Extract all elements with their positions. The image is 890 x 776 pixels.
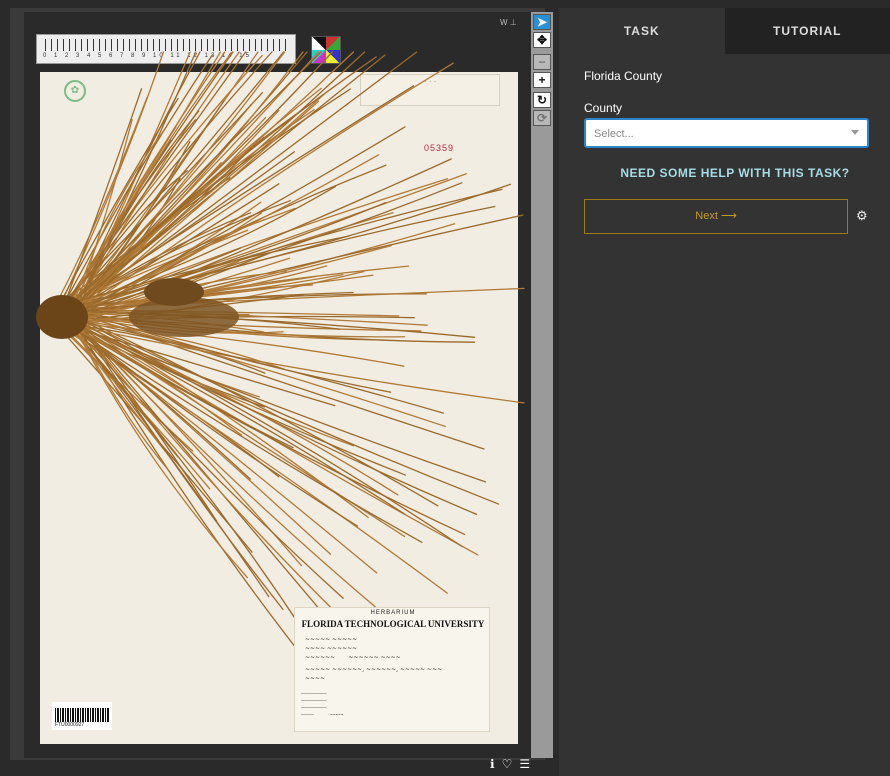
pine-needle	[62, 313, 479, 556]
county-select-placeholder: Select...	[594, 128, 634, 140]
reset-icon[interactable]: ⟳	[533, 110, 551, 126]
tab-tutorial[interactable]: TUTORIAL	[724, 8, 890, 54]
pine-needle	[62, 313, 463, 548]
handwritten-line: ~~~~~ ~~~~~~, ~~~~~~, ~~~~~ ~~~	[305, 666, 443, 673]
tab-task[interactable]: TASK	[559, 8, 725, 54]
rotate-icon[interactable]: ↻	[533, 92, 551, 108]
zoom-out-icon[interactable]: −	[533, 54, 551, 70]
gear-icon[interactable]: ⚙	[856, 208, 868, 224]
handwritten-line: ~~~~ ~~~~~~	[305, 645, 358, 652]
next-button[interactable]: Next ⟶	[584, 199, 848, 234]
label-fields: ──────── ──────── ──────── ──── ~~~~~	[301, 691, 344, 717]
pine-needle	[68, 310, 351, 646]
specimen-label: HERBARIUM FLORIDA TECHNOLOGICAL UNIVERSI…	[294, 607, 490, 732]
chevron-down-icon	[851, 130, 859, 135]
favorite-icon[interactable]: ♡	[502, 757, 513, 773]
panel-tabs: TASK TUTORIAL	[559, 8, 890, 54]
task-title: Florida County	[584, 69, 663, 83]
zoom-in-icon[interactable]: +	[533, 72, 551, 88]
task-panel: TASK TUTORIAL Florida County County Sele…	[559, 8, 890, 776]
handwritten-line: ~~~~	[305, 675, 326, 682]
pan-icon[interactable]: ✥	[533, 32, 551, 48]
specimen-image[interactable]: 0 1 2 3 4 5 6 7 8 9 10 11 12 13 14 15 W …	[24, 12, 531, 758]
handwritten-line: ~~~~~~ ~~~~~~ ~~~~	[305, 654, 401, 661]
specimen-barcode: FTU0000927	[52, 702, 112, 730]
county-select[interactable]: Select...	[584, 118, 869, 148]
label-university: FLORIDA TECHNOLOGICAL UNIVERSITY	[301, 619, 485, 629]
viewer-toolbar: ➤ ✥ − + ↻ ⟳	[531, 12, 553, 758]
info-icon[interactable]: ℹ	[490, 757, 495, 773]
pointer-icon[interactable]: ➤	[533, 14, 551, 30]
label-herbarium: HERBARIUM	[370, 610, 416, 616]
help-link[interactable]: NEED SOME HELP WITH THIS TASK?	[559, 166, 890, 180]
county-field-label: County	[584, 101, 623, 115]
viewer-footer: ℹ ♡ ☰	[490, 757, 530, 773]
app: 0 1 2 3 4 5 6 7 8 9 10 11 12 13 14 15 W …	[0, 0, 890, 776]
handwritten-line: ~~~~~ ~~~~~	[305, 636, 358, 643]
subject-viewer[interactable]: 0 1 2 3 4 5 6 7 8 9 10 11 12 13 14 15 W …	[10, 8, 553, 760]
collections-icon[interactable]: ☰	[519, 757, 530, 773]
